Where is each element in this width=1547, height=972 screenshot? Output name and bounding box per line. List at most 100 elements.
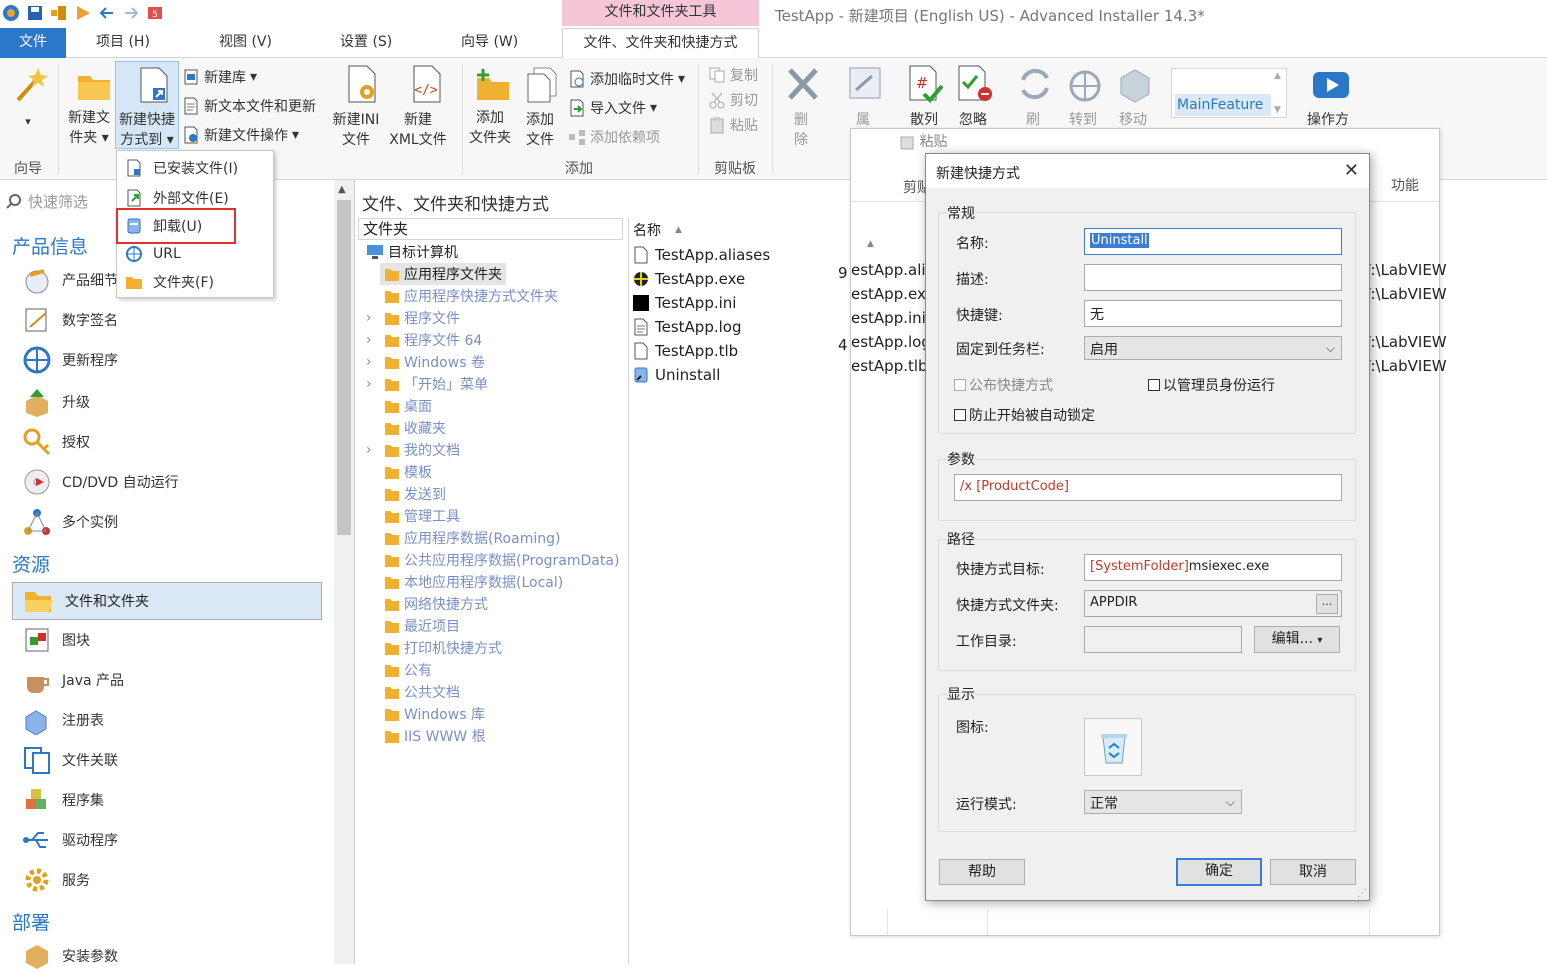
close-icon[interactable]: ✕: [1344, 160, 1359, 181]
copy-button[interactable]: 复制: [708, 63, 758, 87]
pin-taskbar-select[interactable]: 启用 ⌵: [1084, 336, 1342, 360]
tree-node-appdata-local[interactable]: 本地应用程序数据(Local): [384, 571, 563, 593]
tree-node-programdata[interactable]: 公共应用程序数据(ProgramData): [384, 549, 624, 571]
tree-node-target-computer[interactable]: 目标计算机: [366, 241, 458, 263]
shortcut-folder-field[interactable]: APPDIR: [1084, 590, 1342, 617]
properties-button[interactable]: 属: [840, 64, 886, 130]
prevent-pin-checkbox[interactable]: 防止开始被自动锁定: [954, 405, 1095, 425]
bg-file-row[interactable]: estApp.ini: [851, 309, 926, 327]
menu-item-url[interactable]: URL: [121, 240, 271, 268]
tree-node-printer-shortcuts[interactable]: 打印机快捷方式: [384, 637, 502, 659]
feature-selector[interactable]: MainFeature ▲ ▼: [1171, 68, 1287, 118]
shortcut-target-input[interactable]: [SystemFolder]msiexec.exe: [1084, 554, 1342, 581]
nav-item-java-products[interactable]: Java 产品: [22, 664, 124, 696]
run-icon[interactable]: [74, 4, 92, 22]
help-button[interactable]: 帮助: [939, 859, 1025, 885]
tab-project[interactable]: 项目 (H): [96, 28, 150, 58]
tree-node-templates[interactable]: 模板: [384, 461, 432, 483]
file-row[interactable]: TestApp.tlb: [633, 339, 738, 363]
tree-node-windows-libraries[interactable]: Windows 库: [384, 703, 485, 725]
tree-node-favorites[interactable]: 收藏夹: [384, 417, 446, 439]
move-button[interactable]: 移动: [1110, 64, 1156, 130]
bg-file-row[interactable]: estApp.exe: [851, 285, 935, 303]
ok-button[interactable]: 确定: [1176, 858, 1262, 886]
file-list-header-name[interactable]: 名称 ▲: [633, 220, 682, 240]
goto-button[interactable]: 转到: [1060, 64, 1106, 130]
new-library-button[interactable]: 新建库 ▾: [182, 65, 257, 89]
shortcut-icon-preview[interactable]: [1084, 718, 1142, 776]
parameters-input[interactable]: /x [ProductCode]: [954, 474, 1342, 501]
new-xml-file-button[interactable]: </> 新建 XML文件: [384, 64, 452, 150]
cut-button[interactable]: 剪切: [708, 88, 758, 112]
tree-node-start-menu[interactable]: › 「开始」菜单: [366, 373, 488, 395]
file-row[interactable]: TestApp.log: [633, 315, 741, 339]
bg-file-row[interactable]: estApp.log: [851, 333, 931, 351]
run-as-admin-checkbox[interactable]: 以管理员身份运行: [1148, 375, 1275, 395]
add-dependency-button[interactable]: 添加依赖项: [568, 125, 660, 149]
nav-item-files-and-folders[interactable]: 文件和文件夹: [12, 582, 322, 620]
nav-scrollbar-thumb[interactable]: [337, 200, 351, 535]
tree-node-desktop[interactable]: 桌面: [384, 395, 432, 417]
new-text-file-button[interactable]: 新文本文件和更新: [182, 94, 316, 118]
nav-item-product-details[interactable]: 产品细节: [22, 264, 118, 296]
nav-item-licensing[interactable]: 授权: [22, 426, 90, 458]
file-row[interactable]: TestApp.exe: [633, 267, 745, 291]
notification-icon[interactable]: 5: [146, 4, 164, 22]
tab-file[interactable]: 文件: [0, 28, 66, 58]
nav-item-tiles[interactable]: 图块: [22, 624, 90, 656]
menu-item-installed-file[interactable]: 已安装文件(I): [121, 154, 271, 182]
name-input[interactable]: Uninstall: [1084, 228, 1342, 255]
nav-item-drivers[interactable]: 驱动程序: [22, 824, 118, 856]
tree-node-public[interactable]: 公有: [384, 659, 432, 681]
tree-node-network-shortcuts[interactable]: 网络快捷方式: [384, 593, 488, 615]
wizard-button[interactable]: ▾: [6, 64, 50, 132]
nav-item-digital-signature[interactable]: 数字签名: [22, 304, 118, 336]
new-folder-button[interactable]: 新建文 件夹 ▾: [62, 68, 116, 148]
tree-node-windows-volume[interactable]: › Windows 卷: [366, 351, 485, 373]
publish-shortcut-checkbox[interactable]: 公布快捷方式: [954, 375, 1053, 395]
refresh-button[interactable]: 刷: [1010, 64, 1056, 130]
cancel-button[interactable]: 取消: [1270, 859, 1356, 885]
nav-item-file-associations[interactable]: 文件关联: [22, 744, 118, 776]
import-file-button[interactable]: 导入文件 ▾: [568, 96, 657, 120]
tree-node-appdata-roaming[interactable]: 应用程序数据(Roaming): [384, 527, 560, 549]
tree-node-public-documents[interactable]: 公共文档: [384, 681, 460, 703]
browse-folder-button[interactable]: ...: [1316, 594, 1338, 614]
file-row[interactable]: TestApp.ini: [633, 291, 736, 315]
file-row[interactable]: TestApp.aliases: [633, 243, 770, 267]
build-icon[interactable]: [50, 4, 68, 22]
edit-workdir-button[interactable]: 编辑... ▾: [1254, 626, 1340, 653]
nav-item-assemblies[interactable]: 程序集: [22, 784, 104, 816]
redo-icon[interactable]: [122, 4, 140, 22]
run-mode-select[interactable]: 正常 ⌵: [1084, 790, 1242, 814]
resize-grip-icon[interactable]: ⋰: [1357, 888, 1367, 899]
tree-node-recent[interactable]: 最近项目: [384, 615, 460, 637]
scroll-up-arrow-icon[interactable]: ▲: [338, 184, 346, 195]
howto-button[interactable]: 操作方: [1300, 68, 1356, 130]
tab-view[interactable]: 视图 (V): [219, 28, 272, 58]
tree-node-admin-tools[interactable]: 管理工具: [384, 505, 460, 527]
new-shortcut-button[interactable]: 新建快捷 方式到 ▾: [115, 61, 179, 149]
nav-item-autorun[interactable]: CD/DVD 自动运行: [22, 466, 179, 498]
tab-wizard[interactable]: 向导 (W): [461, 28, 518, 58]
undo-icon[interactable]: [98, 4, 116, 22]
bg-file-row[interactable]: estApp.alia: [851, 261, 935, 279]
new-ini-file-button[interactable]: 新建INI 文件: [328, 64, 384, 150]
hotkey-input[interactable]: 无: [1084, 300, 1342, 327]
tab-settings[interactable]: 设置 (S): [340, 28, 392, 58]
add-folder-button[interactable]: 添加 文件夹: [466, 68, 514, 148]
tree-node-application-folder[interactable]: 应用程序文件夹: [380, 263, 506, 285]
tree-node-my-documents[interactable]: › 我的文档: [366, 439, 460, 461]
add-file-button[interactable]: 添加 文件: [518, 66, 562, 150]
scatter-button[interactable]: # 散列: [900, 64, 948, 130]
delete-button[interactable]: 删 除: [778, 64, 824, 150]
file-row[interactable]: Uninstall: [633, 363, 720, 387]
tree-node-program-files[interactable]: › 程序文件: [366, 307, 460, 329]
tree-node-app-shortcut-folder[interactable]: 应用程序快捷方式文件夹: [384, 285, 558, 307]
paste-button[interactable]: 粘贴: [708, 113, 758, 137]
tab-files-folders-shortcuts[interactable]: 文件、文件夹和快捷方式: [562, 28, 759, 59]
add-temp-file-button[interactable]: 添加临时文件 ▾: [568, 67, 685, 91]
tree-node-program-files-64[interactable]: › 程序文件 64: [366, 329, 482, 351]
nav-item-updater[interactable]: 更新程序: [22, 344, 118, 376]
tree-node-iis-www-root[interactable]: IIS WWW 根: [384, 725, 486, 747]
